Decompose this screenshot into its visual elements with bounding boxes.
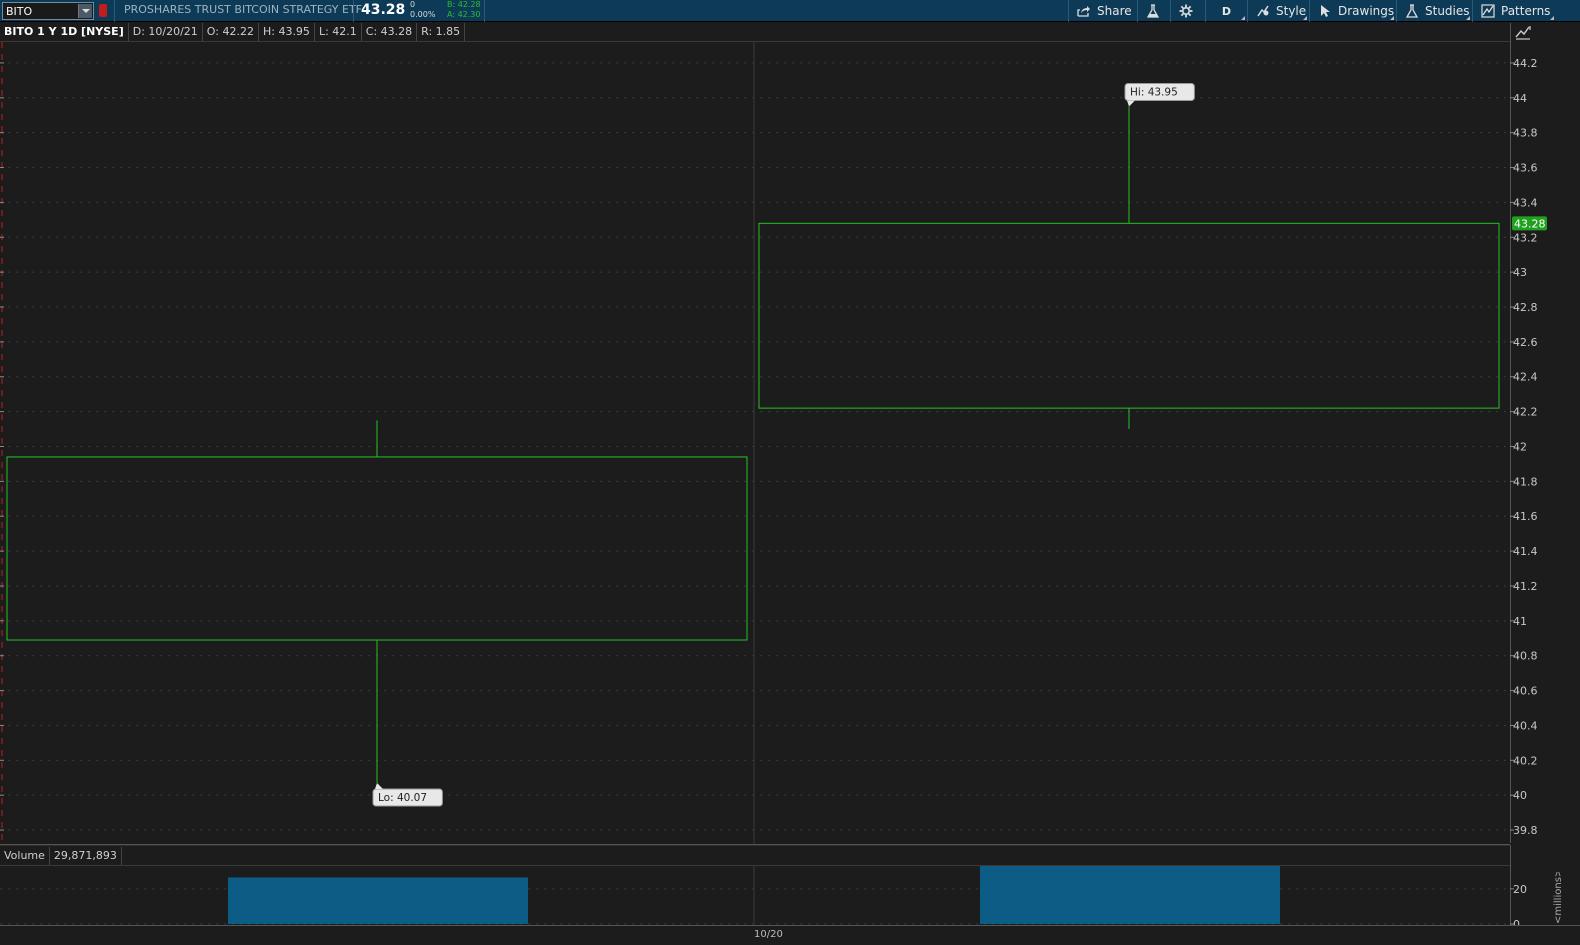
header-low: L: 42.1: [315, 23, 362, 41]
last-price-badge: 43.28: [1512, 216, 1547, 231]
y-tick-label: 44.2: [1513, 57, 1538, 70]
patterns-icon: [1481, 4, 1495, 18]
symbol-dropdown-icon[interactable]: [78, 4, 92, 18]
volume-value: 29,871,893: [50, 847, 122, 865]
volume-chart[interactable]: 0 20: [0, 866, 1552, 925]
header-range: R: 1.85: [417, 23, 466, 41]
annotation-pointer: [375, 782, 383, 789]
header-date: D: 10/20/21: [129, 23, 203, 41]
last-price: 43.28: [361, 2, 406, 18]
patterns-button[interactable]: Patterns: [1472, 0, 1556, 22]
ask-price: A: 42.30: [447, 10, 481, 19]
annotation-text: Lo: 40.07: [378, 792, 427, 804]
dropdown-corner-icon: [1303, 16, 1307, 20]
share-button[interactable]: Share: [1068, 0, 1137, 22]
y-tick-label: 40.2: [1513, 754, 1538, 767]
drawings-label: Drawings: [1338, 4, 1395, 18]
y-tick-label: 40.6: [1513, 685, 1538, 698]
dropdown-corner-icon: [1390, 16, 1394, 20]
volume-tick-label: 0: [1513, 918, 1520, 925]
price-chart[interactable]: 39.8 40 40.2 40.4 40.6 40.8 41 41.2 41.4 41.6 41.8…: [0, 42, 1580, 844]
y-tick-label: 39.8: [1513, 824, 1538, 837]
studies-label: Studies: [1425, 4, 1470, 18]
volume-tick-label: 20: [1513, 883, 1527, 896]
drawings-button[interactable]: Drawings: [1309, 0, 1396, 22]
dropdown-corner-icon: [1550, 16, 1554, 20]
share-label: Share: [1097, 4, 1132, 18]
patterns-label: Patterns: [1501, 4, 1551, 18]
y-tick-label: 42.2: [1513, 406, 1538, 419]
y-tick-label: 43.2: [1513, 231, 1538, 244]
panel-divider[interactable]: [0, 844, 1510, 846]
studies-button[interactable]: Studies: [1396, 0, 1472, 22]
y-tick-label: 40: [1513, 789, 1527, 802]
candle-body: [6, 456, 748, 641]
y-tick-label: 43.6: [1513, 162, 1538, 175]
volume-header: Volume 29,871,893: [0, 847, 122, 865]
net-change: 0: [410, 0, 416, 9]
y-tick-label: 41: [1513, 615, 1527, 628]
cursor-icon: [1318, 4, 1332, 18]
period-label: D: [1221, 4, 1232, 18]
style-button[interactable]: Style: [1247, 0, 1309, 22]
high-annotation: Hi: 43.95: [1124, 83, 1195, 107]
top-toolbar: PROSHARES TRUST BITCOIN STRATEGY ETF 43.…: [0, 0, 1580, 22]
header-high: H: 43.95: [259, 23, 315, 41]
style-icon: [1256, 4, 1270, 18]
y-tick-label: 42.4: [1513, 371, 1538, 384]
y-tick-label: 44: [1513, 92, 1527, 105]
last-price-badge-text: 43.28: [1514, 217, 1546, 230]
period-button[interactable]: D: [1205, 0, 1247, 22]
flask-button[interactable]: [1137, 0, 1170, 22]
y-tick-label: 43.4: [1513, 196, 1538, 209]
y-tick-label: 43: [1513, 266, 1527, 279]
volume-label[interactable]: Volume: [0, 847, 50, 865]
volume-bar: [980, 866, 1280, 924]
volume-bar: [228, 877, 528, 924]
bid-price: B: 42.28: [447, 0, 481, 9]
gear-icon: [1179, 4, 1193, 18]
annotation-text: Hi: 43.95: [1130, 87, 1178, 99]
y-tick-label: 42.8: [1513, 301, 1538, 314]
studies-icon: [1405, 4, 1419, 18]
y-tick-label: 41.2: [1513, 580, 1538, 593]
y-tick-label: 41.8: [1513, 475, 1538, 488]
annotation-pointer: [1127, 100, 1135, 107]
symbol-selector[interactable]: [2, 2, 94, 20]
toolbar-divider: [484, 0, 485, 22]
candle-body: [758, 222, 1500, 409]
chart-title[interactable]: BITO 1 Y 1D [NYSE]: [0, 23, 129, 41]
dropdown-corner-icon: [1466, 16, 1470, 20]
y-tick-label: 40.4: [1513, 719, 1538, 732]
time-axis[interactable]: 10/20: [0, 925, 1580, 945]
alert-icon[interactable]: [99, 4, 107, 17]
y-tick-label: 42.6: [1513, 336, 1538, 349]
y-tick-label: 41.6: [1513, 510, 1538, 523]
style-label: Style: [1276, 4, 1307, 18]
symbol-input[interactable]: [6, 4, 76, 18]
flask-icon: [1146, 4, 1160, 18]
low-annotation: Lo: 40.07: [372, 782, 443, 807]
volume-unit-label: <millions>: [1553, 872, 1564, 924]
header-close: C: 43.28: [362, 23, 418, 41]
share-icon: [1077, 4, 1091, 18]
toolbar-divider: [353, 0, 354, 22]
percent-change: 0.00%: [410, 10, 436, 19]
chart-settings-icon[interactable]: [1514, 24, 1532, 40]
y-tick-label: 40.8: [1513, 650, 1538, 663]
header-open: O: 42.22: [203, 23, 259, 41]
y-tick-label: 41.4: [1513, 545, 1538, 558]
settings-button[interactable]: [1170, 0, 1205, 22]
chart-header: BITO 1 Y 1D [NYSE] D: 10/20/21 O: 42.22 …: [0, 23, 466, 41]
toolbar-divider: [114, 0, 115, 22]
dropdown-corner-icon: [1241, 16, 1245, 20]
y-tick-label: 42: [1513, 440, 1527, 453]
x-tick-label: 10/20: [754, 929, 783, 940]
symbol-description: PROSHARES TRUST BITCOIN STRATEGY ETF: [124, 3, 362, 16]
y-tick-label: 43.8: [1513, 127, 1538, 140]
